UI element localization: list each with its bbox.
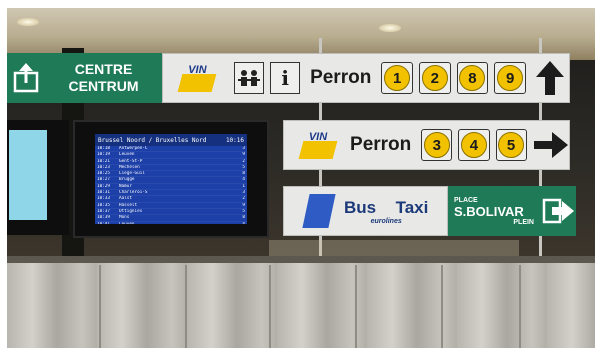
bus-label: Bus [344, 197, 377, 217]
bolivar-bottom: PLEIN [513, 218, 534, 226]
departure-time: 10:18 [97, 146, 110, 151]
departure-destination: Hasselt [119, 202, 138, 208]
departure-time: 10:23 [97, 164, 110, 170]
bus-logo [302, 194, 336, 228]
secondary-display [7, 120, 69, 235]
departure-time: 10:27 [97, 177, 110, 183]
counter-seam [355, 265, 357, 348]
arrow-up-icon [532, 61, 569, 95]
platform-number: 4 [458, 129, 490, 161]
taxi-label: Taxi [395, 197, 429, 217]
departure-time: 10:37 [97, 208, 110, 214]
departure-destination: Aalst [119, 196, 132, 202]
ticket-office-icon [234, 62, 265, 94]
board-clock: 10:16 [225, 136, 244, 144]
departure-destination: Mons [119, 215, 130, 221]
platform-number: 8 [456, 62, 489, 94]
platform-label: Perron [310, 67, 372, 88]
departure-platform: 9 [242, 152, 245, 158]
board-station-name: Brussel Noord / Bruxelles Nord [98, 136, 207, 144]
departure-board-monitor: Brussel Noord / Bruxelles Nord 10:16 10:… [73, 120, 269, 238]
departure-destination: Charleroi-S [119, 190, 148, 196]
departure-destination: Leuven [119, 152, 135, 158]
departure-platform: 2 [242, 158, 245, 164]
platform-sign-secondary: VIN Perron 3 4 5 [283, 120, 570, 170]
departure-board: Brussel Noord / Bruxelles Nord 10:16 10:… [95, 134, 247, 224]
platform-number: 5 [495, 129, 527, 161]
rail-logo: VIN [298, 131, 338, 159]
departure-time: 10:25 [97, 171, 110, 177]
departure-destination: Liege-Guil [119, 171, 145, 177]
bolivar-sign: PLACE S.BOLIVAR PLEIN [448, 186, 576, 236]
ceiling-light [379, 24, 401, 32]
departure-platform: 4 [235, 222, 245, 224]
platform-number: 2 [418, 62, 451, 94]
exit-right-icon [540, 198, 576, 224]
departure-time: 10:33 [97, 196, 110, 202]
departure-platform: 4 [242, 177, 245, 183]
platform-number: 3 [421, 129, 453, 161]
departure-platform: 1 [242, 183, 245, 189]
departure-destination: Gent-St-P [119, 158, 143, 164]
counter-seam [185, 265, 187, 348]
bolivar-top: PLACE [454, 196, 478, 204]
rail-logo: VIN [177, 64, 218, 92]
departure-time: 10:39 [97, 215, 110, 221]
departure-destination: Leuven [119, 222, 235, 224]
departure-platform: 8 [242, 171, 245, 177]
departure-platform: 3 [242, 190, 245, 196]
counter-seam [99, 265, 101, 348]
eurolines-logo: eurolines [370, 217, 402, 225]
departure-platform: 9 [242, 202, 245, 208]
departure-platform: 2 [242, 196, 245, 202]
marble-counter [7, 263, 595, 348]
departure-platform: 8 [242, 215, 245, 221]
bolivar-name: S.BOLIVAR [454, 203, 524, 219]
info-icon: i [270, 62, 301, 94]
centre-sign: CENTRE CENTRUM [7, 53, 162, 103]
departure-time: 10:21 [97, 158, 110, 164]
platform-number: 1 [381, 62, 413, 94]
departure-destination: Namur [119, 183, 132, 189]
ceiling-light [17, 18, 39, 26]
platform-sign-main: VIN i Perron 1 2 8 9 [162, 53, 570, 103]
departure-destination: Antwerpen-C [119, 146, 148, 151]
counter-seam [519, 265, 521, 348]
arrow-right-icon [533, 132, 569, 158]
counter-seam [269, 265, 271, 348]
bus-taxi-sign: Bus Taxi eurolines [283, 186, 448, 236]
departure-time: 10:19 [97, 152, 110, 158]
counter-seam [441, 265, 443, 348]
departure-platform: 5 [242, 164, 245, 170]
departure-time: 10:41 [97, 222, 119, 224]
centre-label-nl: CENTRUM [68, 78, 139, 94]
exit-icon [7, 63, 45, 93]
departure-time: 10:29 [97, 183, 110, 189]
departure-platform: 5 [242, 208, 245, 214]
departure-row: 10:41Leuven4 [95, 222, 247, 224]
centre-label-fr: CENTRE [74, 61, 133, 77]
platform-number: 9 [494, 62, 526, 94]
departure-destination: Ottignies [119, 208, 143, 214]
departure-destination: Mechelen [119, 164, 140, 170]
station-photo: CENTRE CENTRUM VIN i Perron 1 2 8 9 VIN … [7, 8, 595, 348]
departure-destination: Brugge [119, 177, 135, 183]
departure-time: 10:31 [97, 190, 110, 196]
departure-time: 10:35 [97, 202, 110, 208]
departure-platform: 3 [242, 146, 245, 151]
platform-label: Perron [350, 134, 412, 155]
